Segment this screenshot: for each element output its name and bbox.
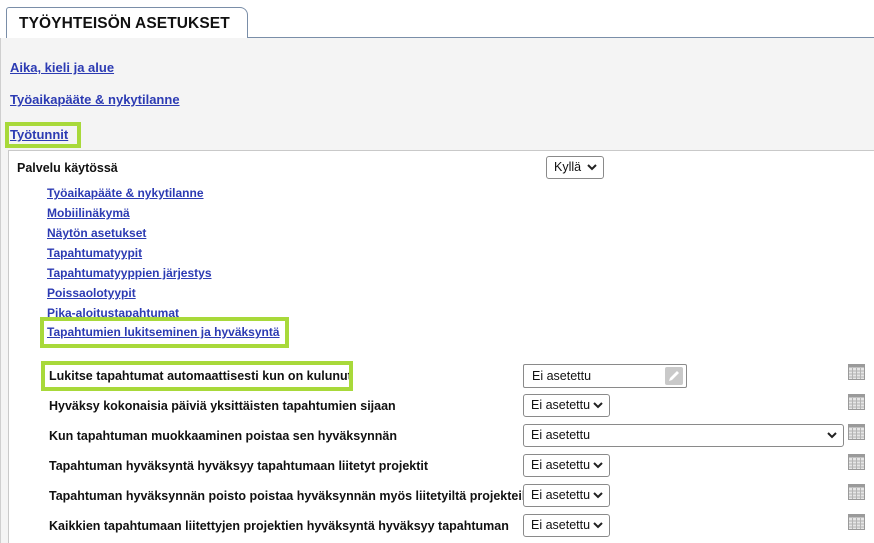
calendar-icon[interactable] [848, 364, 865, 380]
sublink-event-types[interactable]: Tapahtumatyypit [47, 246, 142, 260]
settings-tab[interactable]: TYÖYHTEISÖN ASETUKSET [6, 7, 248, 38]
auto-lock-value: Ei asetettu [532, 369, 592, 383]
highlight-auto-lock [41, 361, 353, 391]
approve-whole-days-value: Ei asetettu [531, 398, 591, 412]
edit-button[interactable] [665, 367, 683, 385]
pencil-icon [669, 371, 679, 381]
chevron-down-icon [593, 462, 603, 469]
service-enabled-value: Kyllä [554, 160, 582, 174]
calendar-icon[interactable] [848, 514, 865, 530]
sublink-event-type-order[interactable]: Tapahtumatyyppien järjestys [47, 266, 212, 280]
service-enabled-label: Palvelu käytössä [17, 161, 118, 175]
setting-label-approve-whole-days: Hyväksy kokonaisia päiviä yksittäisten t… [49, 399, 396, 413]
setting-label-unapprove-linked-projects: Tapahtuman hyväksynnän poisto poistaa hy… [49, 489, 537, 503]
projects-approve-event-value: Ei asetettu [531, 518, 591, 532]
calendar-icon[interactable] [848, 394, 865, 410]
nav-terminal-status-link[interactable]: Työaikapääte & nykytilanne [10, 92, 180, 107]
setting-label-approve-linked-projects: Tapahtuman hyväksyntä hyväksyy tapahtuma… [49, 459, 429, 473]
projects-approve-event-select[interactable]: Ei asetettu [523, 514, 610, 537]
auto-lock-duration-field[interactable]: Ei asetettu [523, 364, 687, 388]
sublink-terminal-status[interactable]: Työaikapääte & nykytilanne [47, 186, 204, 200]
calendar-icon[interactable] [848, 424, 865, 440]
sublink-mobile-view[interactable]: Mobiilinäkymä [47, 206, 130, 220]
chevron-down-icon [593, 492, 603, 499]
nav-time-language-region-link[interactable]: Aika, kieli ja alue [10, 60, 114, 75]
approve-linked-projects-select[interactable]: Ei asetettu [523, 454, 610, 477]
chevron-down-icon [593, 402, 603, 409]
service-enabled-select[interactable]: Kyllä [546, 156, 604, 179]
chevron-down-icon [587, 164, 597, 171]
highlight-work-hours [5, 122, 81, 148]
calendar-icon[interactable] [848, 484, 865, 500]
panel-border [0, 38, 1, 543]
chevron-down-icon [593, 522, 603, 529]
approve-linked-projects-value: Ei asetettu [531, 458, 591, 472]
edit-removes-approval-value: Ei asetettu [531, 428, 591, 442]
sublink-display-settings[interactable]: Näytön asetukset [47, 226, 146, 240]
unapprove-linked-projects-select[interactable]: Ei asetettu [523, 484, 610, 507]
calendar-icon[interactable] [848, 454, 865, 470]
unapprove-linked-projects-value: Ei asetettu [531, 488, 591, 502]
edit-removes-approval-select[interactable]: Ei asetettu [523, 424, 844, 447]
setting-label-projects-approve-event: Kaikkien tapahtumaan liitettyjen projekt… [49, 519, 509, 533]
chevron-down-icon [827, 432, 837, 439]
setting-label-edit-removes-approval: Kun tapahtuman muokkaaminen poistaa sen … [49, 429, 398, 443]
sublink-absence-types[interactable]: Poissaolotyypit [47, 286, 136, 300]
highlight-event-locking-approval [40, 317, 289, 348]
tab-title: TYÖYHTEISÖN ASETUKSET [19, 15, 230, 32]
approve-whole-days-select[interactable]: Ei asetettu [523, 394, 610, 417]
